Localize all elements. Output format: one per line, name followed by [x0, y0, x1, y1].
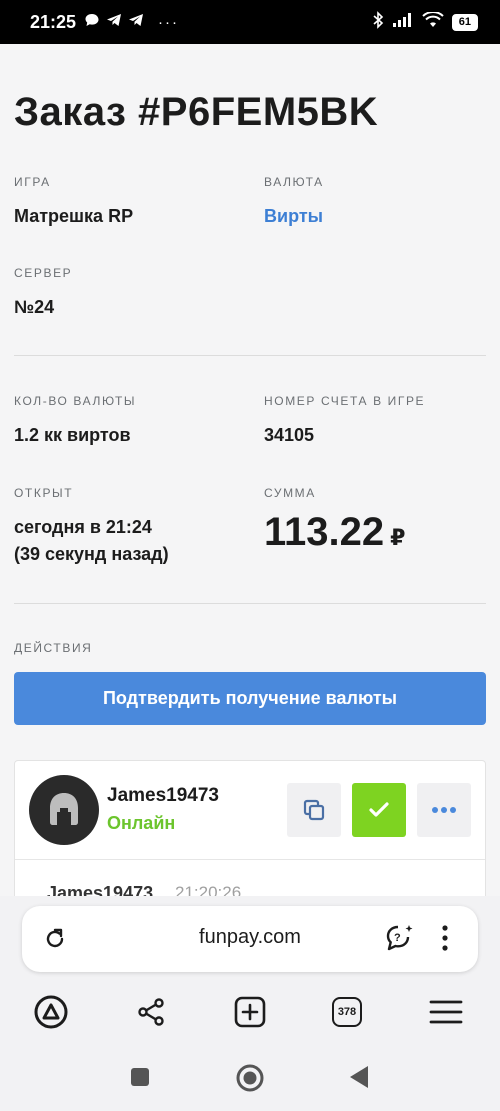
signal-icon — [392, 12, 414, 32]
opened-ago: (39 секунд назад) — [14, 544, 169, 564]
actions-section: ДЕЙСТВИЯ — [14, 641, 92, 655]
divider — [15, 859, 485, 860]
amount-field: КОЛ-ВО ВАЛЮТЫ 1.2 кк виртов — [14, 394, 136, 449]
currency-field: ВАЛЮТА Вирты — [264, 175, 324, 230]
battery-icon: 61 — [451, 13, 478, 31]
status-bar: 21:25 ··· 61 — [0, 0, 500, 44]
more-icon — [432, 807, 456, 813]
opened-field: ОТКРЫТ сегодня в 21:24 (39 секунд назад) — [14, 486, 169, 568]
check-icon — [369, 802, 389, 817]
confirm-receipt-button[interactable]: Подтвердить получение валюты — [14, 672, 486, 725]
circle-icon — [236, 1064, 264, 1092]
page-title: Заказ #P6FEM5BK — [14, 90, 379, 134]
ruble-sign: ₽ — [390, 525, 406, 550]
account-field: НОМЕР СЧЕТА В ИГРЕ 34105 — [264, 394, 425, 449]
alice-icon — [34, 995, 68, 1029]
tab-count: 378 — [332, 997, 362, 1027]
server-label: СЕРВЕР — [14, 266, 73, 280]
opened-date: сегодня в 21:24 — [14, 517, 152, 537]
address-bar[interactable]: funpay.com ? — [22, 906, 478, 972]
sum-field: СУММА 113.22 ₽ — [264, 486, 405, 560]
browser-address-area: funpay.com ? — [0, 896, 500, 980]
message-time: 21:20:26 — [175, 883, 242, 896]
account-label: НОМЕР СЧЕТА В ИГРЕ — [264, 394, 426, 408]
opened-value: сегодня в 21:24 (39 секунд назад) — [14, 514, 169, 568]
hamburger-icon — [429, 1000, 463, 1024]
home-button[interactable] — [235, 1063, 265, 1098]
new-tab-button[interactable] — [230, 992, 270, 1032]
sum-value: 113.22 ₽ — [264, 510, 405, 560]
share-icon — [138, 998, 164, 1026]
svg-text:?: ? — [394, 932, 401, 944]
share-button[interactable] — [131, 992, 171, 1032]
currency-label: ВАЛЮТА — [264, 175, 324, 189]
account-value: 34105 — [264, 425, 315, 445]
copy-button[interactable] — [287, 783, 341, 837]
back-button[interactable] — [348, 1064, 370, 1095]
order-page: Заказ #P6FEM5BK ИГРА Матрешка RP ВАЛЮТА … — [0, 44, 500, 896]
chat-notification-icon — [84, 12, 100, 32]
divider — [14, 355, 486, 356]
more-notifications-icon: ··· — [158, 13, 180, 31]
menu-kebab-icon[interactable] — [440, 924, 450, 957]
divider — [14, 603, 486, 604]
user-status: Онлайн — [107, 813, 176, 833]
confirm-check-button[interactable] — [352, 783, 406, 837]
spartan-helmet-icon — [50, 793, 78, 825]
sum-amount: 113.22 — [264, 510, 385, 554]
currency-link[interactable]: Вирты — [264, 203, 324, 230]
sum-label: СУММА — [264, 486, 316, 500]
plus-square-icon — [234, 996, 266, 1028]
tabs-button[interactable]: 378 — [327, 992, 367, 1032]
amount-label: КОЛ-ВО ВАЛЮТЫ — [14, 394, 137, 408]
game-field: ИГРА Матрешка RP — [14, 175, 133, 230]
actions-label: ДЕЙСТВИЯ — [14, 641, 93, 655]
telegram-icon — [106, 12, 122, 32]
avatar[interactable] — [29, 775, 99, 845]
opened-label: ОТКРЫТ — [14, 486, 74, 500]
recents-button[interactable] — [129, 1066, 151, 1093]
chat-card: James19473 Онлайн James19473 21:20:26 — [14, 760, 486, 896]
server-value: №24 — [14, 297, 55, 317]
message-author: James19473 — [47, 883, 154, 896]
status-time: 21:25 — [30, 11, 77, 32]
game-value: Матрешка RP — [14, 206, 134, 226]
server-field: СЕРВЕР №24 — [14, 266, 72, 321]
telegram-icon — [128, 12, 144, 32]
ai-help-icon[interactable]: ? — [384, 922, 416, 959]
wifi-icon — [422, 11, 444, 32]
browser-toolbar: 378 — [0, 980, 500, 1044]
game-label: ИГРА — [14, 175, 51, 189]
system-nav-bar — [0, 1044, 500, 1111]
menu-button[interactable] — [426, 992, 466, 1032]
amount-value: 1.2 кк виртов — [14, 425, 131, 445]
copy-icon — [303, 799, 325, 821]
alice-assistant-button[interactable] — [31, 992, 71, 1032]
user-name[interactable]: James19473 — [107, 785, 219, 807]
bluetooth-icon — [372, 11, 384, 33]
square-icon — [131, 1068, 149, 1086]
more-options-button[interactable] — [417, 783, 471, 837]
back-triangle-icon — [350, 1066, 368, 1088]
